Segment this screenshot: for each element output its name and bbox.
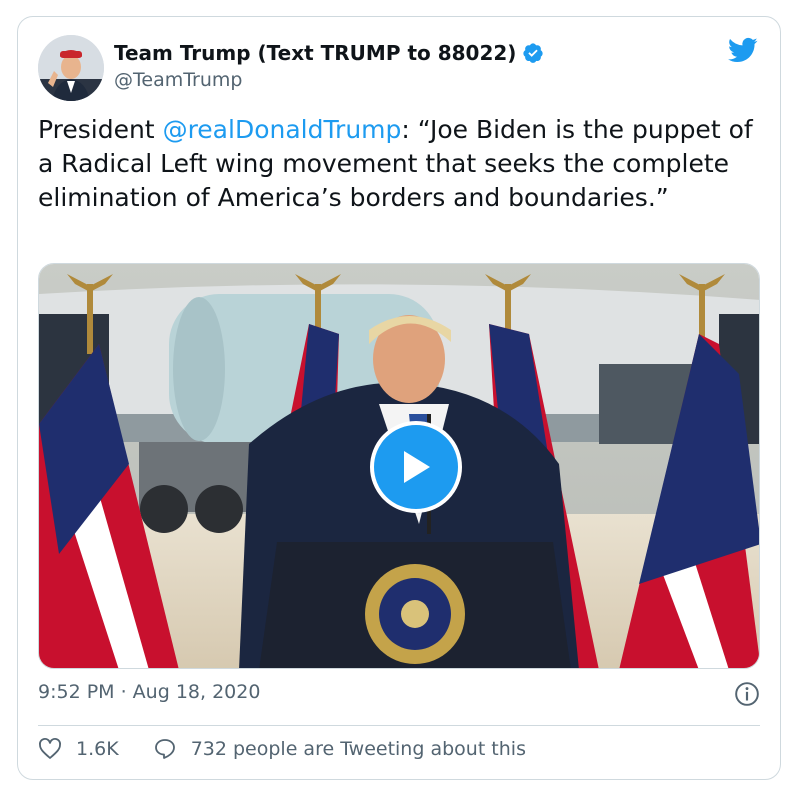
like-button[interactable]: 1.6K — [38, 737, 119, 761]
video-thumbnail[interactable] — [38, 263, 760, 669]
reply-activity-link[interactable]: 732 people are Tweeting about this — [153, 737, 526, 761]
tweet-actions: 1.6K 732 people are Tweeting about this — [38, 737, 526, 761]
tweet-card[interactable]: Team Trump (Text TRUMP to 88022) @TeamTr… — [17, 16, 781, 780]
divider — [38, 725, 760, 726]
like-count: 1.6K — [76, 738, 119, 760]
verified-badge-icon — [523, 43, 544, 63]
author-handle[interactable]: @TeamTrump — [114, 69, 242, 91]
author-avatar[interactable] — [38, 35, 104, 101]
heart-icon — [39, 738, 61, 759]
play-icon — [404, 451, 430, 483]
play-button[interactable] — [370, 421, 462, 513]
tweeting-about-text: 732 people are Tweeting about this — [190, 738, 526, 760]
tweet-text-prefix: President — [38, 115, 163, 144]
author-display-name[interactable]: Team Trump (Text TRUMP to 88022) — [114, 41, 516, 65]
twitter-bird-icon[interactable] — [726, 35, 760, 65]
tweet-timestamp[interactable]: 9:52 PM · Aug 18, 2020 — [38, 681, 260, 703]
speech-bubble-icon — [154, 739, 175, 759]
info-icon[interactable] — [734, 681, 760, 707]
avatar-photo — [38, 35, 104, 101]
tweet-text: President @realDonaldTrump: “Joe Biden i… — [38, 113, 758, 215]
mention-link[interactable]: @realDonaldTrump — [163, 115, 402, 144]
author-name-row: Team Trump (Text TRUMP to 88022) — [114, 41, 544, 65]
